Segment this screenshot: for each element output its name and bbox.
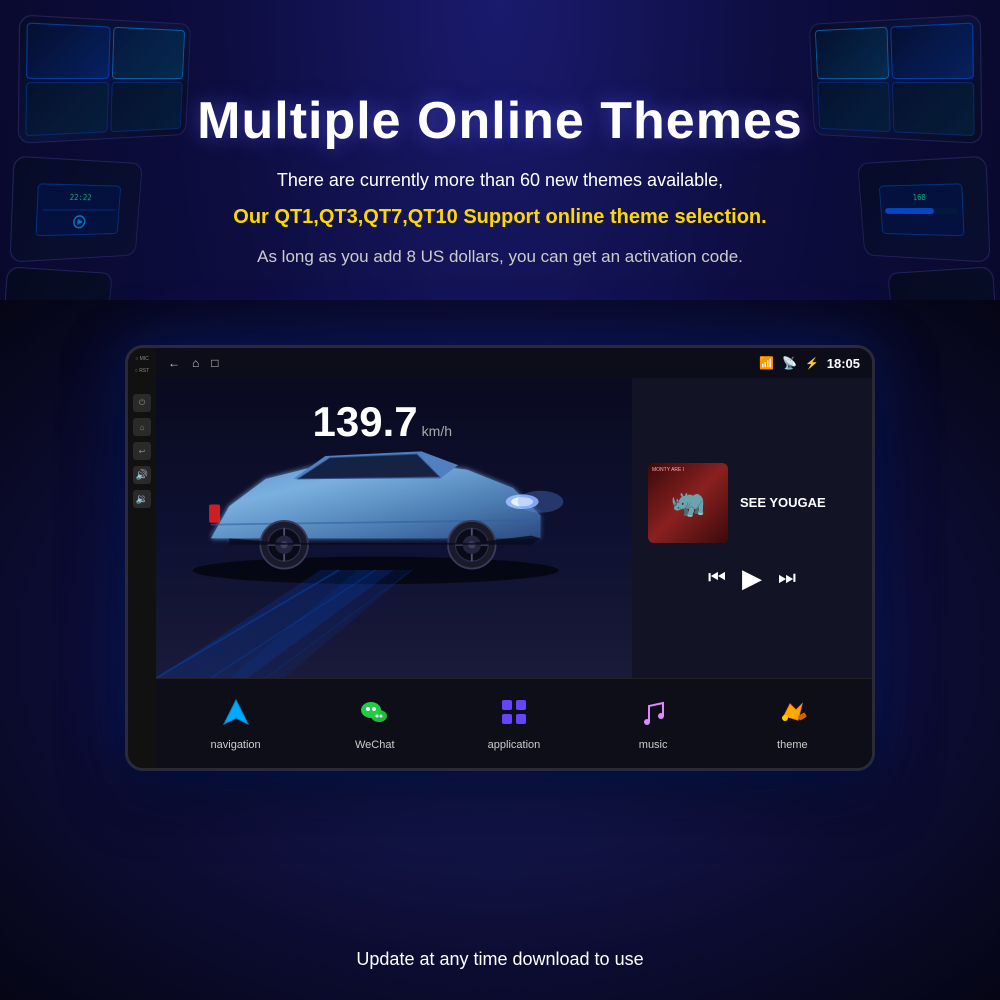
head-unit: ○ MIC ○ RST ⏻ ⌂ ↩ 🔊 🔉 ← ⌂ □ 📶 📡 ⚡ xyxy=(125,345,875,771)
vol-up-button[interactable]: 🔊 xyxy=(133,466,151,484)
navigation-icon xyxy=(220,696,252,735)
side-button-panel: ○ MIC ○ RST ⏻ ⌂ ↩ 🔊 🔉 xyxy=(128,348,156,768)
signal-icon: 📶 xyxy=(759,356,774,370)
footer-text: Update at any time download to use xyxy=(356,949,643,969)
vol-down-button[interactable]: 🔉 xyxy=(133,490,151,508)
nav-item-navigation[interactable]: navigation xyxy=(196,696,276,751)
play-pause-button[interactable]: ▶ xyxy=(742,563,762,594)
nav-item-application[interactable]: application xyxy=(474,696,554,751)
wechat-icon xyxy=(359,696,391,735)
page-title: Multiple Online Themes xyxy=(197,91,803,151)
home-button[interactable]: ⌂ xyxy=(133,418,151,436)
car-display-area: 139.7km/h xyxy=(156,378,632,678)
track-lines xyxy=(156,498,632,678)
bottom-navigation: navigation WeChat xyxy=(156,678,872,768)
nav-item-wechat[interactable]: WeChat xyxy=(335,696,415,751)
header-section: Multiple Online Themes There are current… xyxy=(0,0,1000,360)
status-bar: ← ⌂ □ 📶 📡 ⚡ 18:05 xyxy=(156,348,872,378)
music-controls: ⏮ ▶ ⏭ xyxy=(648,563,856,594)
speed-display: 139.7km/h xyxy=(313,398,452,446)
window-nav-icon[interactable]: □ xyxy=(211,356,218,370)
mic-label: ○ MIC xyxy=(135,356,149,362)
speed-unit: km/h xyxy=(422,423,452,439)
music-label: music xyxy=(639,739,668,751)
navigation-label: navigation xyxy=(211,739,261,751)
music-text-info: SEE YOUGAE xyxy=(740,495,826,510)
application-label: application xyxy=(488,739,541,751)
screen-content: 139.7km/h xyxy=(156,378,872,678)
rst-label: ○ RST xyxy=(135,368,149,374)
speed-value: 139.7 xyxy=(313,398,418,445)
wechat-label: WeChat xyxy=(355,739,395,751)
clock-display: 18:05 xyxy=(827,356,860,371)
theme-icon xyxy=(776,696,808,735)
device-container: ○ MIC ○ RST ⏻ ⌂ ↩ 🔊 🔉 ← ⌂ □ 📶 📡 ⚡ xyxy=(125,345,875,771)
subtitle-2: Our QT1,QT3,QT7,QT10 Support online them… xyxy=(233,202,766,232)
nav-controls: ← ⌂ □ xyxy=(168,356,219,370)
prev-track-button[interactable]: ⏮ xyxy=(708,567,726,590)
nav-item-theme[interactable]: theme xyxy=(752,696,832,751)
nav-item-music[interactable]: music xyxy=(613,696,693,751)
home-nav-icon[interactable]: ⌂ xyxy=(192,356,199,370)
music-title: SEE YOUGAE xyxy=(740,495,826,510)
main-screen: ← ⌂ □ 📶 📡 ⚡ 18:05 139.7km/h xyxy=(156,348,872,768)
next-track-button[interactable]: ⏭ xyxy=(778,567,796,590)
subtitle-3: As long as you add 8 US dollars, you can… xyxy=(257,244,743,270)
bluetooth-icon: ⚡ xyxy=(805,357,819,370)
music-icon xyxy=(637,696,669,735)
power-button[interactable]: ⏻ xyxy=(133,394,151,412)
back-nav-icon[interactable]: ← xyxy=(168,356,180,370)
wifi-icon: 📡 xyxy=(782,356,797,370)
back-button[interactable]: ↩ xyxy=(133,442,151,460)
application-icon xyxy=(498,696,530,735)
album-icon: 🦏 xyxy=(671,486,706,519)
theme-label: theme xyxy=(777,739,808,751)
subtitle-1: There are currently more than 60 new the… xyxy=(277,167,723,194)
music-album-art: MONTY ARE I 🦏 xyxy=(648,463,728,543)
status-indicators: 📶 📡 ⚡ 18:05 xyxy=(759,356,860,371)
music-info-row: MONTY ARE I 🦏 SEE YOUGAE xyxy=(648,463,856,543)
album-label: MONTY ARE I xyxy=(652,467,684,474)
footer-caption: Update at any time download to use xyxy=(0,949,1000,970)
music-panel: MONTY ARE I 🦏 SEE YOUGAE ⏮ ▶ ⏭ xyxy=(632,378,872,678)
